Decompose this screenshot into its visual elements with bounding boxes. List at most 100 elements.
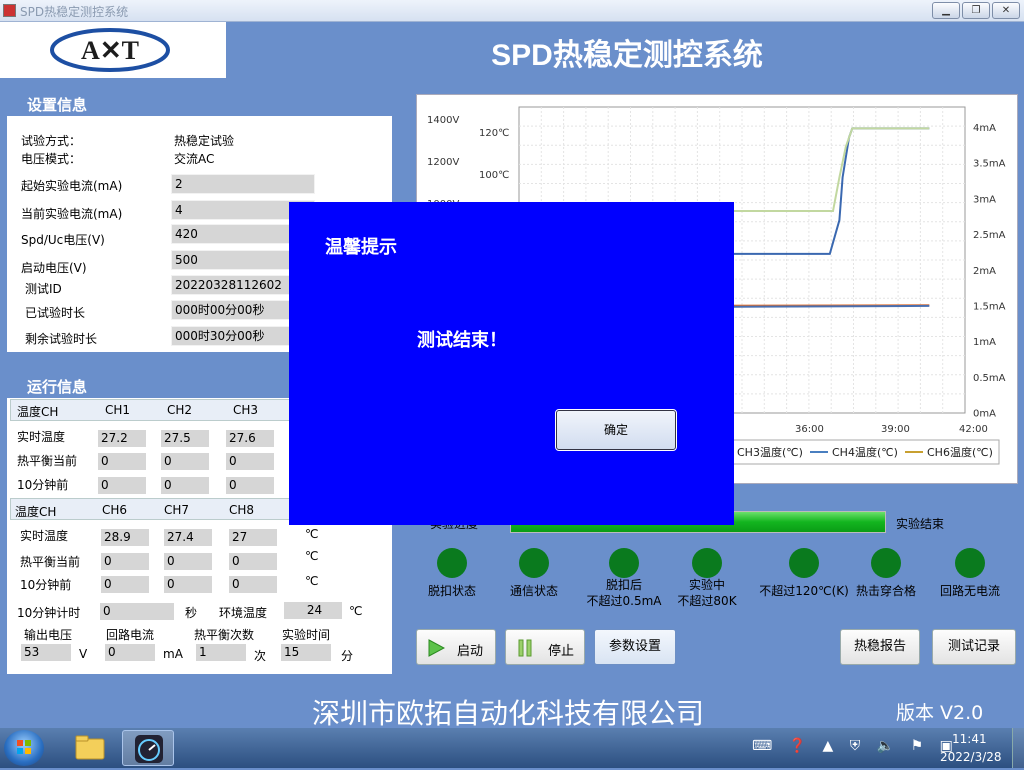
ch3-header: CH3 (233, 403, 259, 417)
current-tick: 2mA (973, 266, 996, 277)
g1-ch2-10min: 0 (160, 476, 210, 495)
g2-ch8-realtime: 27 (228, 528, 278, 547)
indicator-label-line: 不超过80K (677, 594, 737, 608)
version-label: 版本 V2.0 (896, 702, 984, 724)
output-voltage-unit: V (79, 647, 88, 661)
g2-ch7-10min: 0 (163, 575, 213, 594)
timer-field: 0 (99, 602, 175, 621)
balance-count-field: 1 (195, 643, 247, 662)
windows-logo-icon (17, 740, 31, 754)
ambient-label: 环境温度 (219, 606, 268, 620)
settings-heading: 设置信息 (7, 94, 392, 116)
window-title: SPD热稳定测控系统 (20, 5, 129, 19)
ambient-unit: ℃ (349, 604, 363, 618)
folder-icon (75, 735, 105, 760)
taskbar: ⌨ ❓ ▲ ⛨ 🔈 ⚑ ▣ 11:41 2022/3/28 (0, 728, 1024, 768)
g2-row2-label: 10分钟前 (20, 578, 72, 592)
g2-row0-unit: ℃ (305, 527, 319, 541)
voltage-mode-label: 电压模式： (21, 152, 82, 166)
elapsed-label: 已试验时长 (25, 306, 86, 320)
legend-entry: CH6温度(℃) (927, 445, 993, 459)
time-tick: 42:00 (959, 424, 988, 435)
show-desktop-button[interactable] (1012, 728, 1024, 768)
g2-ch6-balance: 0 (100, 552, 150, 571)
temperature-tick: 120℃ (479, 128, 509, 139)
spd-uc-label: Spd/Uc电压(V) (21, 233, 105, 247)
indicator-label: 实验中不超过80K (657, 577, 757, 609)
g1-ch3-10min: 0 (225, 476, 275, 495)
output-voltage-label: 输出电压 (24, 628, 73, 642)
g1-row0-label: 实时温度 (17, 430, 66, 444)
loop-current-label: 回路电流 (106, 628, 155, 642)
start-menu-button[interactable] (4, 730, 44, 766)
dialog-title: 温馨提示 (325, 237, 397, 258)
current-tick: 2.5mA (973, 230, 1006, 241)
time-tick: 36:00 (795, 424, 824, 435)
temp-ch-header-2: 温度CH (15, 505, 57, 519)
taskbar-explorer[interactable] (64, 730, 116, 766)
indicator-label-line: 通信状态 (509, 584, 558, 598)
current-tick: 3mA (973, 194, 996, 205)
g2-ch7-realtime: 27.4 (163, 528, 213, 547)
params-button[interactable]: 参数设置 (594, 629, 676, 665)
ch8-header: CH8 (229, 503, 255, 517)
g1-ch1-10min: 0 (97, 476, 147, 495)
remaining-label: 剩余试验时长 (25, 332, 98, 346)
ch7-header: CH7 (164, 503, 190, 517)
stop-button[interactable]: 停止 (505, 629, 585, 665)
minimize-button[interactable]: ▁ (932, 2, 960, 19)
report-button[interactable]: 热稳报告 (840, 629, 920, 665)
current-tick: 4mA (973, 123, 996, 134)
voltage-tick: 1400V (427, 115, 459, 126)
restore-button[interactable]: ❐ (962, 2, 990, 19)
g2-ch6-realtime: 28.9 (100, 528, 150, 547)
g1-row2-label: 10分钟前 (17, 478, 69, 492)
g1-ch3-realtime: 27.6 (225, 429, 275, 448)
title-bar: SPD热稳定测控系统 ▁ ❐ ✕ (0, 0, 1024, 22)
footer: 深圳市欧拓自动化科技有限公司 版本 V2.0 (0, 690, 1024, 730)
message-dialog: 温馨提示 测试结束！ 确定 (289, 202, 734, 525)
indicator-label-line: 回路无电流 (939, 584, 1000, 598)
test-id-label: 测试ID (25, 282, 62, 296)
loop-current-unit: mA (163, 647, 183, 661)
g2-ch7-balance: 0 (163, 552, 213, 571)
indicator-label: 通信状态 (484, 583, 584, 599)
dialog-ok-button[interactable]: 确定 (555, 409, 677, 451)
test-mode-label: 试验方式： (21, 134, 82, 148)
balance-count-unit: 次 (254, 649, 267, 663)
taskbar-spd-app[interactable] (122, 730, 174, 766)
current-tick: 0mA (973, 409, 996, 420)
legend-entry: CH3温度(℃) (737, 445, 803, 459)
tray-icons[interactable]: ⌨ ❓ ▲ ⛨ 🔈 ⚑ ▣ (752, 738, 959, 754)
start-button[interactable]: 启动 (416, 629, 496, 665)
time-axis: 36:00 39:00 42:00 (795, 424, 988, 435)
clock-time[interactable]: 11:41 (952, 732, 987, 746)
indicator-light (609, 548, 639, 578)
axt-logo: A✕T (50, 28, 170, 72)
indicator-label: 回路无电流 (920, 583, 1020, 599)
voltage-axis: 1400V1200V1000V (427, 115, 459, 210)
indicator-light (692, 548, 722, 578)
g2-ch8-balance: 0 (228, 552, 278, 571)
voltage-tick: 1200V (427, 157, 459, 168)
records-button[interactable]: 测试记录 (932, 629, 1016, 665)
clock-date[interactable]: 2022/3/28 (940, 750, 1002, 764)
header-banner: SPD热稳定测控系统 (230, 22, 1024, 78)
indicator-label-line: 实验中 (688, 578, 725, 592)
app-icon (3, 4, 16, 17)
output-voltage-field: 53 (20, 643, 72, 662)
g1-ch2-balance: 0 (160, 452, 210, 471)
g2-ch8-10min: 0 (228, 575, 278, 594)
indicator-light (437, 548, 467, 578)
timer-unit: 秒 (185, 606, 198, 620)
test-time-label: 实验时间 (282, 628, 331, 642)
test-time-field: 15 (280, 643, 332, 662)
gauge-icon (135, 735, 163, 763)
current-axis: 4mA 3.5mA 3mA 2.5mA 2mA 1.5mA 1mA 0.5mA 0mA (973, 123, 1006, 420)
g1-ch1-realtime: 27.2 (97, 429, 147, 448)
ambient-field: 24 (283, 601, 343, 620)
indicator-light (955, 548, 985, 578)
g2-row2-unit: ℃ (305, 574, 319, 588)
start-current-field[interactable]: 2 (171, 174, 315, 194)
close-button[interactable]: ✕ (992, 2, 1020, 19)
